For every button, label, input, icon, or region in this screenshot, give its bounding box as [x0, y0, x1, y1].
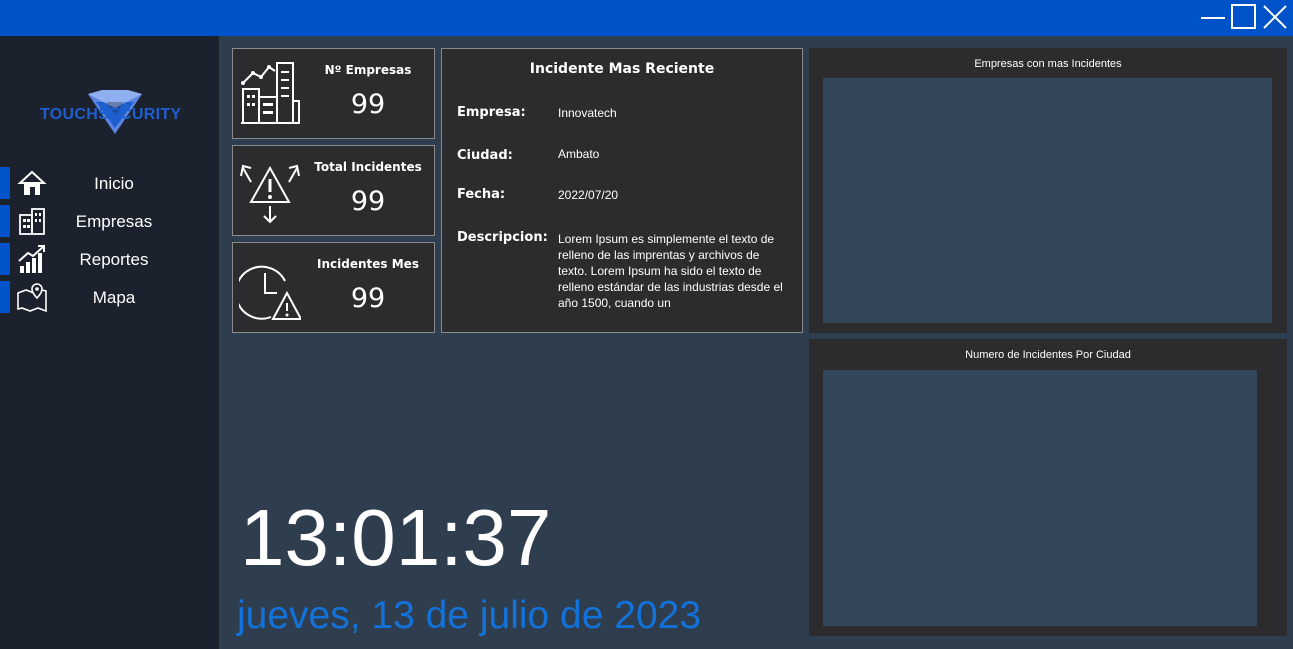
fecha-value: 2022/07/20 [558, 188, 619, 202]
stat-title: Incidentes Mes [317, 257, 419, 271]
brand-name: TOUCHSECURITY [40, 106, 182, 123]
nav-item-empresas[interactable]: Empresas [0, 204, 219, 238]
nav-accent [0, 167, 10, 199]
stat-title: Total Incidentes [314, 160, 422, 174]
empresa-label: Empresa: [457, 105, 526, 120]
nav-accent [0, 243, 10, 275]
nav-item-inicio[interactable]: Inicio [0, 166, 219, 200]
chart-panel-empresas: Empresas con mas Incidentes [809, 48, 1287, 333]
maximize-icon [1231, 4, 1256, 29]
nav-item-reportes[interactable]: Reportes [0, 242, 219, 276]
stat-card-total-incidentes: Total Incidentes 99 [232, 145, 435, 236]
nav-accent [0, 281, 10, 313]
stat-card-empresas: Nº Empresas 99 [232, 48, 435, 139]
minimize-icon [1201, 17, 1225, 19]
bar-chart-icon [18, 245, 45, 273]
nav-accent [0, 205, 10, 237]
ciudad-value: Ambato [558, 147, 600, 161]
chart-title: Empresas con mas Incidentes [974, 58, 1122, 70]
stat-value: 99 [350, 89, 386, 120]
stat-value: 99 [350, 186, 386, 217]
close-icon [1263, 5, 1287, 29]
nav-label: Reportes [79, 250, 149, 269]
title-bar [0, 0, 1293, 36]
descripcion-label: Descripcion: [457, 230, 548, 245]
chart-area [823, 78, 1272, 323]
close-button[interactable] [1262, 4, 1288, 30]
clock-time: 13:01:37 [240, 493, 552, 582]
sidebar: TOUCHSECURITY Inicio Empresas Reportes M… [0, 36, 219, 649]
building-icon [19, 208, 45, 235]
ciudad-label: Ciudad: [457, 148, 513, 163]
stat-title: Nº Empresas [324, 63, 412, 77]
stat-card-incidentes-mes: Incidentes Mes 99 [232, 242, 435, 333]
chart-area [823, 370, 1257, 626]
chart-title: Numero de Incidentes Por Ciudad [965, 349, 1131, 361]
clock-warning-icon [239, 265, 301, 320]
recent-incident-panel: Incidente Mas Reciente Empresa: Innovate… [441, 48, 803, 333]
city-growth-icon [241, 62, 300, 124]
minimize-button[interactable] [1200, 4, 1226, 30]
nav-label: Empresas [75, 212, 153, 231]
nav-item-mapa[interactable]: Mapa [0, 280, 219, 314]
map-pin-icon [17, 283, 47, 313]
incident-title: Incidente Mas Reciente [529, 61, 715, 77]
nav-label: Mapa [92, 288, 136, 307]
chart-panel-ciudad: Numero de Incidentes Por Ciudad [809, 339, 1287, 636]
stat-value: 99 [350, 283, 386, 314]
descripcion-value: Lorem Ipsum es simplemente el texto de r… [558, 232, 783, 310]
home-icon [17, 170, 47, 195]
fecha-label: Fecha: [457, 187, 506, 202]
warning-arrows-icon [240, 164, 300, 224]
clock-date: jueves, 13 de julio de 2023 [237, 594, 702, 637]
nav-label: Inicio [94, 174, 134, 193]
empresa-value: Innovatech [558, 106, 617, 120]
maximize-button[interactable] [1231, 4, 1257, 30]
